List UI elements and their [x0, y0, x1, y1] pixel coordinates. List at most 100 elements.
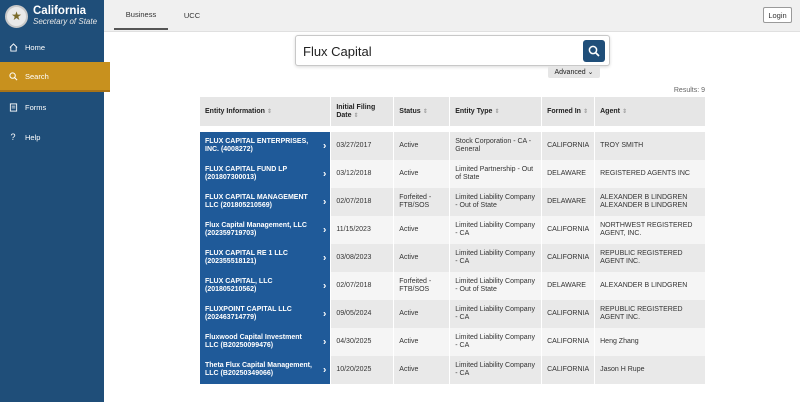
chevron-right-icon: ›	[322, 252, 327, 264]
sidebar-item-label: Forms	[25, 102, 47, 112]
entity-link[interactable]: FLUXPOINT CAPITAL LLC (202463714779) ›	[200, 300, 332, 328]
cell-status: Active	[393, 160, 451, 188]
entity-link[interactable]: FLUX CAPITAL, LLC (201805210562) ›	[200, 272, 332, 300]
results-table: Entity Information ⇕ Initial Filing Date ⇕…	[200, 97, 706, 384]
cell-status: Active	[393, 356, 451, 384]
cell-agent: ALEXANDER B LINDGREN ALEXANDER B LINDGRE…	[594, 188, 706, 216]
sidebar-item-label: Home	[25, 42, 46, 52]
cell-agent: NORTHWEST REGISTERED AGENT, INC.	[594, 216, 706, 244]
cell-status: Active	[393, 132, 451, 160]
search-icon	[7, 71, 19, 81]
cell-status: Active	[393, 216, 451, 244]
cell-date: 04/30/2025	[330, 328, 395, 356]
sidebar-item-forms[interactable]: Forms	[0, 92, 104, 122]
cell-status: Active	[393, 244, 451, 272]
state-seal-icon: ★	[5, 4, 28, 28]
table-row: FLUX CAPITAL, LLC (201805210562) › 02/07/…	[200, 272, 706, 300]
brand-title: California	[33, 4, 87, 17]
sidebar-nav: Home Search Forms ? Help	[0, 32, 110, 152]
table-row: FLUX CAPITAL ENTERPRISES, INC. (4008272)…	[200, 132, 706, 160]
sidebar: ★ California Secretary of State Home Sea…	[0, 0, 110, 402]
cell-status: Active	[393, 328, 451, 356]
help-icon: ?	[10, 132, 16, 142]
chevron-right-icon: ›	[322, 196, 327, 208]
cell-date: 02/07/2018	[330, 188, 395, 216]
search-input[interactable]	[303, 40, 573, 62]
sort-icon: ⇕	[582, 108, 588, 115]
cell-status: Active	[393, 300, 451, 328]
advanced-search-toggle[interactable]: Advanced ⌄	[548, 66, 600, 78]
sort-icon: ⇕	[266, 108, 272, 115]
cell-agent: Heng Zhang	[594, 328, 706, 356]
cell-agent: ALEXANDER B LINDGREN	[594, 272, 706, 300]
entity-link[interactable]: Theta Flux Capital Management, LLC (B202…	[200, 356, 332, 384]
cell-type: Limited Liability Company - Out of State	[449, 272, 543, 300]
cell-formed: CALIFORNIA	[541, 328, 596, 356]
sidebar-item-label: Search	[25, 71, 49, 81]
column-header-formed[interactable]: Formed In ⇕	[541, 97, 596, 126]
cell-type: Limited Liability Company - CA	[449, 328, 543, 356]
cell-formed: CALIFORNIA	[541, 356, 596, 384]
cell-type: Limited Liability Company - CA	[449, 300, 543, 328]
chevron-right-icon: ›	[322, 168, 327, 180]
sort-icon: ⇕	[353, 112, 359, 119]
entity-link[interactable]: Fluxwood Capital Investment LLC (B202500…	[200, 328, 332, 356]
entity-link[interactable]: FLUX CAPITAL ENTERPRISES, INC. (4008272)…	[200, 132, 332, 160]
table-row: FLUX CAPITAL FUND LP (201807300013) › 03/…	[200, 160, 706, 188]
sidebar-item-search[interactable]: Search	[0, 62, 110, 92]
cell-type: Limited Liability Company - Out of State	[449, 188, 543, 216]
table-row: Theta Flux Capital Management, LLC (B202…	[200, 356, 706, 384]
search-icon	[588, 45, 600, 57]
cell-date: 03/12/2018	[330, 160, 395, 188]
cell-type: Limited Liability Company - CA	[449, 216, 543, 244]
cell-date: 03/27/2017	[330, 132, 395, 160]
cell-formed: CALIFORNIA	[541, 216, 596, 244]
column-header-agent[interactable]: Agent ⇕	[594, 97, 706, 126]
sort-icon: ⇕	[422, 108, 428, 115]
login-button[interactable]: Login	[763, 7, 792, 23]
cell-date: 02/07/2018	[330, 272, 395, 300]
chevron-right-icon: ›	[322, 336, 327, 348]
entity-link[interactable]: FLUX CAPITAL MANAGEMENT LLC (20180521056…	[200, 188, 332, 216]
tab-business[interactable]: Business	[114, 0, 168, 30]
cell-agent: Jason H Rupe	[594, 356, 706, 384]
sort-icon: ⇕	[621, 108, 627, 115]
brand[interactable]: ★ California Secretary of State	[0, 0, 104, 32]
sidebar-item-label: Help	[25, 132, 41, 142]
cell-type: Stock Corporation - CA - General	[449, 132, 543, 160]
cell-agent: REGISTERED AGENTS INC	[594, 160, 706, 188]
advanced-label: Advanced	[554, 68, 586, 76]
search-box	[295, 35, 610, 66]
cell-type: Limited Liability Company - CA	[449, 356, 543, 384]
column-header-type[interactable]: Entity Type ⇕	[449, 97, 543, 126]
entity-link[interactable]: FLUX CAPITAL FUND LP (201807300013) ›	[200, 160, 332, 188]
chevron-right-icon: ›	[322, 280, 327, 292]
tab-ucc[interactable]: UCC	[174, 0, 210, 30]
column-header-status[interactable]: Status ⇕	[393, 97, 451, 126]
table-row: FLUXPOINT CAPITAL LLC (202463714779) › 09…	[200, 300, 706, 328]
forms-icon	[7, 102, 19, 112]
brand-subtitle: Secretary of State	[33, 17, 98, 27]
cell-status: Forfeited - FTB/SOS	[393, 272, 451, 300]
sidebar-item-home[interactable]: Home	[0, 32, 104, 62]
cell-date: 09/05/2024	[330, 300, 395, 328]
search-button[interactable]	[583, 40, 605, 62]
cell-agent: TROY SMITH	[594, 132, 706, 160]
sidebar-item-help[interactable]: ? Help	[0, 122, 104, 152]
home-icon	[7, 42, 19, 52]
cell-date: 10/20/2025	[330, 356, 395, 384]
cell-status: Forfeited - FTB/SOS	[393, 188, 451, 216]
cell-formed: CALIFORNIA	[541, 244, 596, 272]
table-header-row: Entity Information ⇕ Initial Filing Date ⇕…	[200, 97, 706, 126]
column-header-date[interactable]: Initial Filing Date ⇕	[330, 97, 395, 126]
entity-link[interactable]: FLUX CAPITAL RE 1 LLC (202355518121) ›	[200, 244, 332, 272]
cell-formed: DELAWARE	[541, 272, 596, 300]
cell-agent: REPUBLIC REGISTERED AGENT INC.	[594, 244, 706, 272]
entity-link[interactable]: Flux Capital Management, LLC (2023597197…	[200, 216, 332, 244]
cell-type: Limited Liability Company - CA	[449, 244, 543, 272]
table-row: FLUX CAPITAL MANAGEMENT LLC (20180521056…	[200, 188, 706, 216]
cell-formed: CALIFORNIA	[541, 300, 596, 328]
column-header-entity[interactable]: Entity Information ⇕	[200, 97, 332, 126]
chevron-right-icon: ›	[322, 140, 327, 152]
top-bar: Business UCC Login	[104, 0, 800, 32]
